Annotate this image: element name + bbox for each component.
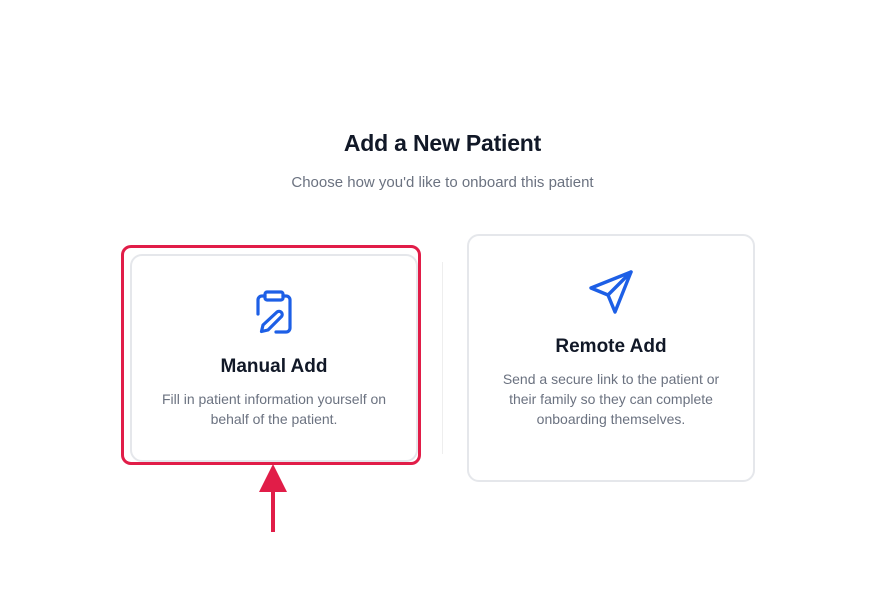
arrow-up-icon [258, 464, 288, 541]
manual-add-description: Fill in patient information yourself on … [161, 391, 387, 427]
remote-add-card[interactable]: Remote Add Send a secure link to the pat… [467, 234, 755, 482]
onboarding-page: Add a New Patient Choose how you'd like … [0, 0, 885, 612]
page-title: Add a New Patient [343, 130, 542, 156]
card-divider [442, 262, 443, 454]
page-subtitle: Choose how you'd like to onboard this pa… [291, 174, 594, 191]
clipboard-pen-icon [254, 290, 294, 341]
remote-add-title: Remote Add [555, 336, 667, 357]
send-icon [587, 268, 635, 321]
manual-add-card[interactable]: Manual Add Fill in patient information y… [130, 254, 418, 462]
remote-add-description: Send a secure link to the patient or the… [502, 371, 720, 427]
manual-add-title: Manual Add [220, 356, 328, 377]
